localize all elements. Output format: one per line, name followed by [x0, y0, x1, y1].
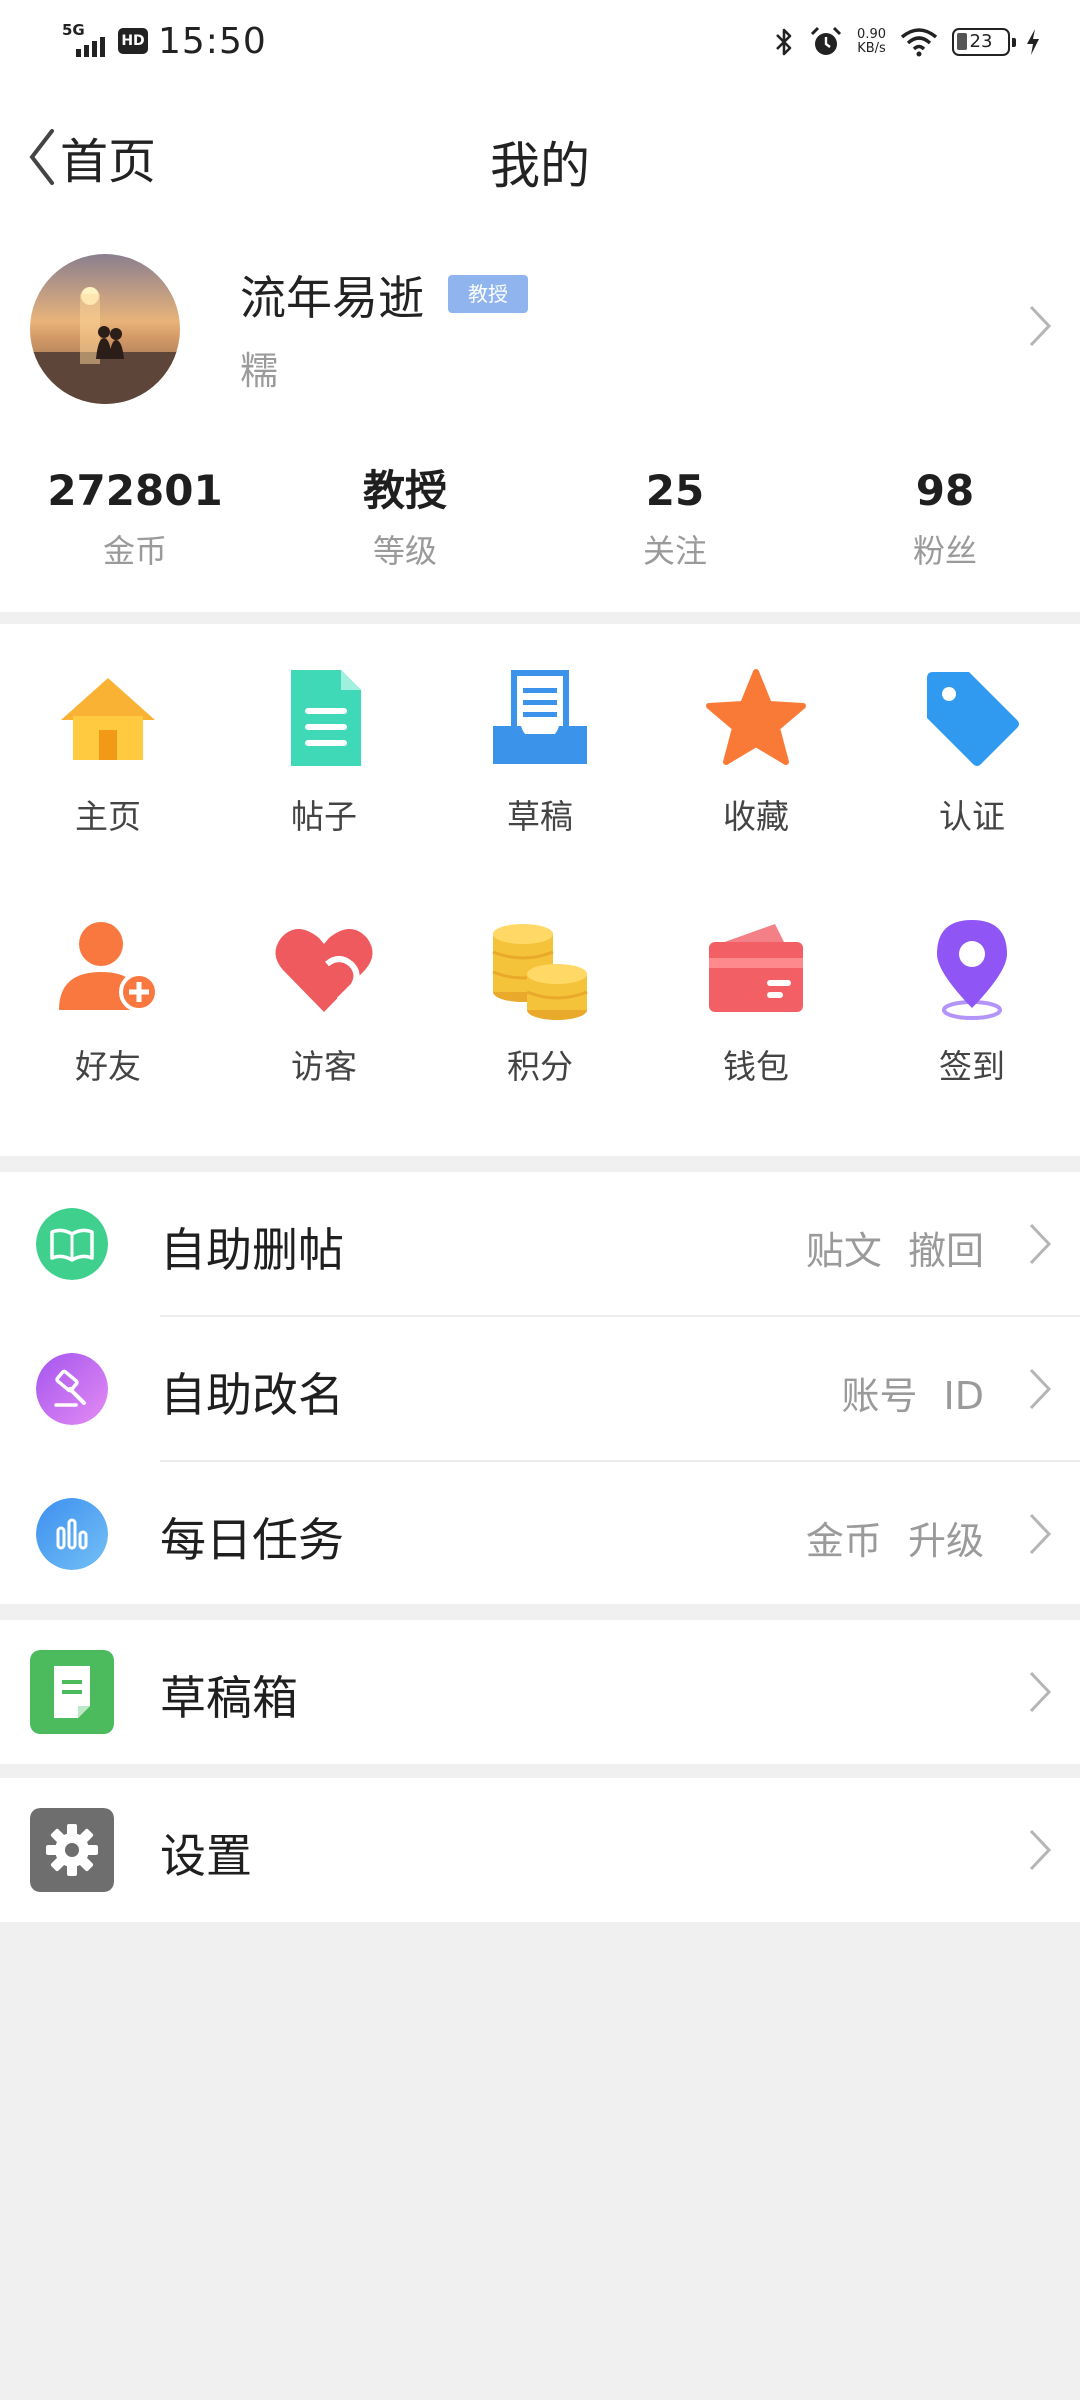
grid-item-friends[interactable]: 好友	[0, 874, 216, 1094]
hammer-icon	[36, 1353, 108, 1425]
coins-icon	[492, 924, 588, 1020]
page-title: 我的	[490, 137, 590, 195]
star-icon	[706, 669, 806, 765]
grid-item-favorites[interactable]: 收藏	[648, 624, 864, 844]
tools-list: 自助删帖 贴文 撤回 自助改名 账号 ID 每日任务 金币 升级	[0, 1172, 1080, 1604]
stat-level[interactable]: 教授 等级	[270, 462, 540, 582]
chevron-right-icon	[1029, 1513, 1052, 1555]
hd-indicator: HD	[118, 28, 148, 54]
signature: 糯	[240, 349, 279, 393]
profile-card[interactable]: 流年易逝 教授 糯 272801 金币 教授 等级 25 关注 98 粉丝	[0, 232, 1080, 612]
grid-item-verify[interactable]: 认证	[864, 624, 1080, 844]
stat-following[interactable]: 25 关注	[540, 462, 810, 582]
wallet-icon	[709, 924, 803, 1012]
battery-level: 23	[969, 31, 993, 52]
home-icon	[61, 678, 155, 760]
chevron-right-icon	[1029, 305, 1052, 347]
level-badge: 教授	[448, 275, 528, 313]
alarm-icon	[810, 26, 842, 55]
settings-section: 设置	[0, 1778, 1080, 1922]
list-item-rename[interactable]: 自助改名 账号 ID	[0, 1317, 1080, 1461]
bar-chart-icon	[36, 1498, 108, 1570]
charging-icon	[1027, 29, 1039, 55]
chevron-right-icon	[1029, 1368, 1052, 1410]
gear-icon	[30, 1808, 114, 1892]
avatar[interactable]	[30, 254, 180, 404]
profile-stats: 272801 金币 教授 等级 25 关注 98 粉丝	[0, 462, 1080, 582]
network-speed: 0.90 KB/s	[857, 27, 886, 56]
bluetooth-icon	[776, 28, 792, 56]
draft-box-icon	[30, 1650, 114, 1734]
status-bar: 5G HD 15:50 0.90 KB/s 23	[0, 0, 1080, 82]
draft-tray-icon	[493, 670, 587, 764]
grid-item-drafts[interactable]: 草稿	[432, 624, 648, 844]
chevron-right-icon	[1029, 1829, 1052, 1871]
wifi-icon	[900, 28, 938, 57]
grid-item-home[interactable]: 主页	[0, 624, 216, 844]
list-item-delete-post[interactable]: 自助删帖 贴文 撤回	[0, 1172, 1080, 1316]
chevron-right-icon	[1029, 1223, 1052, 1265]
location-pin-icon	[937, 920, 1007, 1020]
book-icon	[36, 1208, 108, 1280]
grid-item-visitors[interactable]: 访客	[216, 874, 432, 1094]
chevron-right-icon	[1029, 1671, 1052, 1713]
drafts-section: 草稿箱	[0, 1620, 1080, 1764]
document-icon	[291, 670, 361, 766]
heart-icon	[275, 929, 373, 1012]
clock: 15:50	[158, 20, 267, 62]
stat-followers[interactable]: 98 粉丝	[810, 462, 1080, 582]
grid-item-points[interactable]: 积分	[432, 874, 648, 1094]
tag-icon	[927, 672, 1019, 766]
grid-item-checkin[interactable]: 签到	[864, 874, 1080, 1094]
grid-item-posts[interactable]: 帖子	[216, 624, 432, 844]
add-friend-icon	[59, 922, 159, 1012]
feature-grid: 主页 帖子 草稿 收藏 认证 好友 访客 积分 钱包 签到	[0, 624, 1080, 1156]
battery-icon: 23	[952, 28, 1016, 56]
list-item-settings[interactable]: 设置	[0, 1778, 1080, 1922]
grid-item-wallet[interactable]: 钱包	[648, 874, 864, 1094]
stat-coins[interactable]: 272801 金币	[0, 462, 270, 582]
username: 流年易逝	[240, 271, 424, 325]
navigation-header: 首页 我的	[0, 82, 1080, 232]
list-item-daily-tasks[interactable]: 每日任务 金币 升级	[0, 1462, 1080, 1606]
cellular-signal-icon: 5G	[62, 21, 112, 61]
list-item-draft-box[interactable]: 草稿箱	[0, 1620, 1080, 1764]
